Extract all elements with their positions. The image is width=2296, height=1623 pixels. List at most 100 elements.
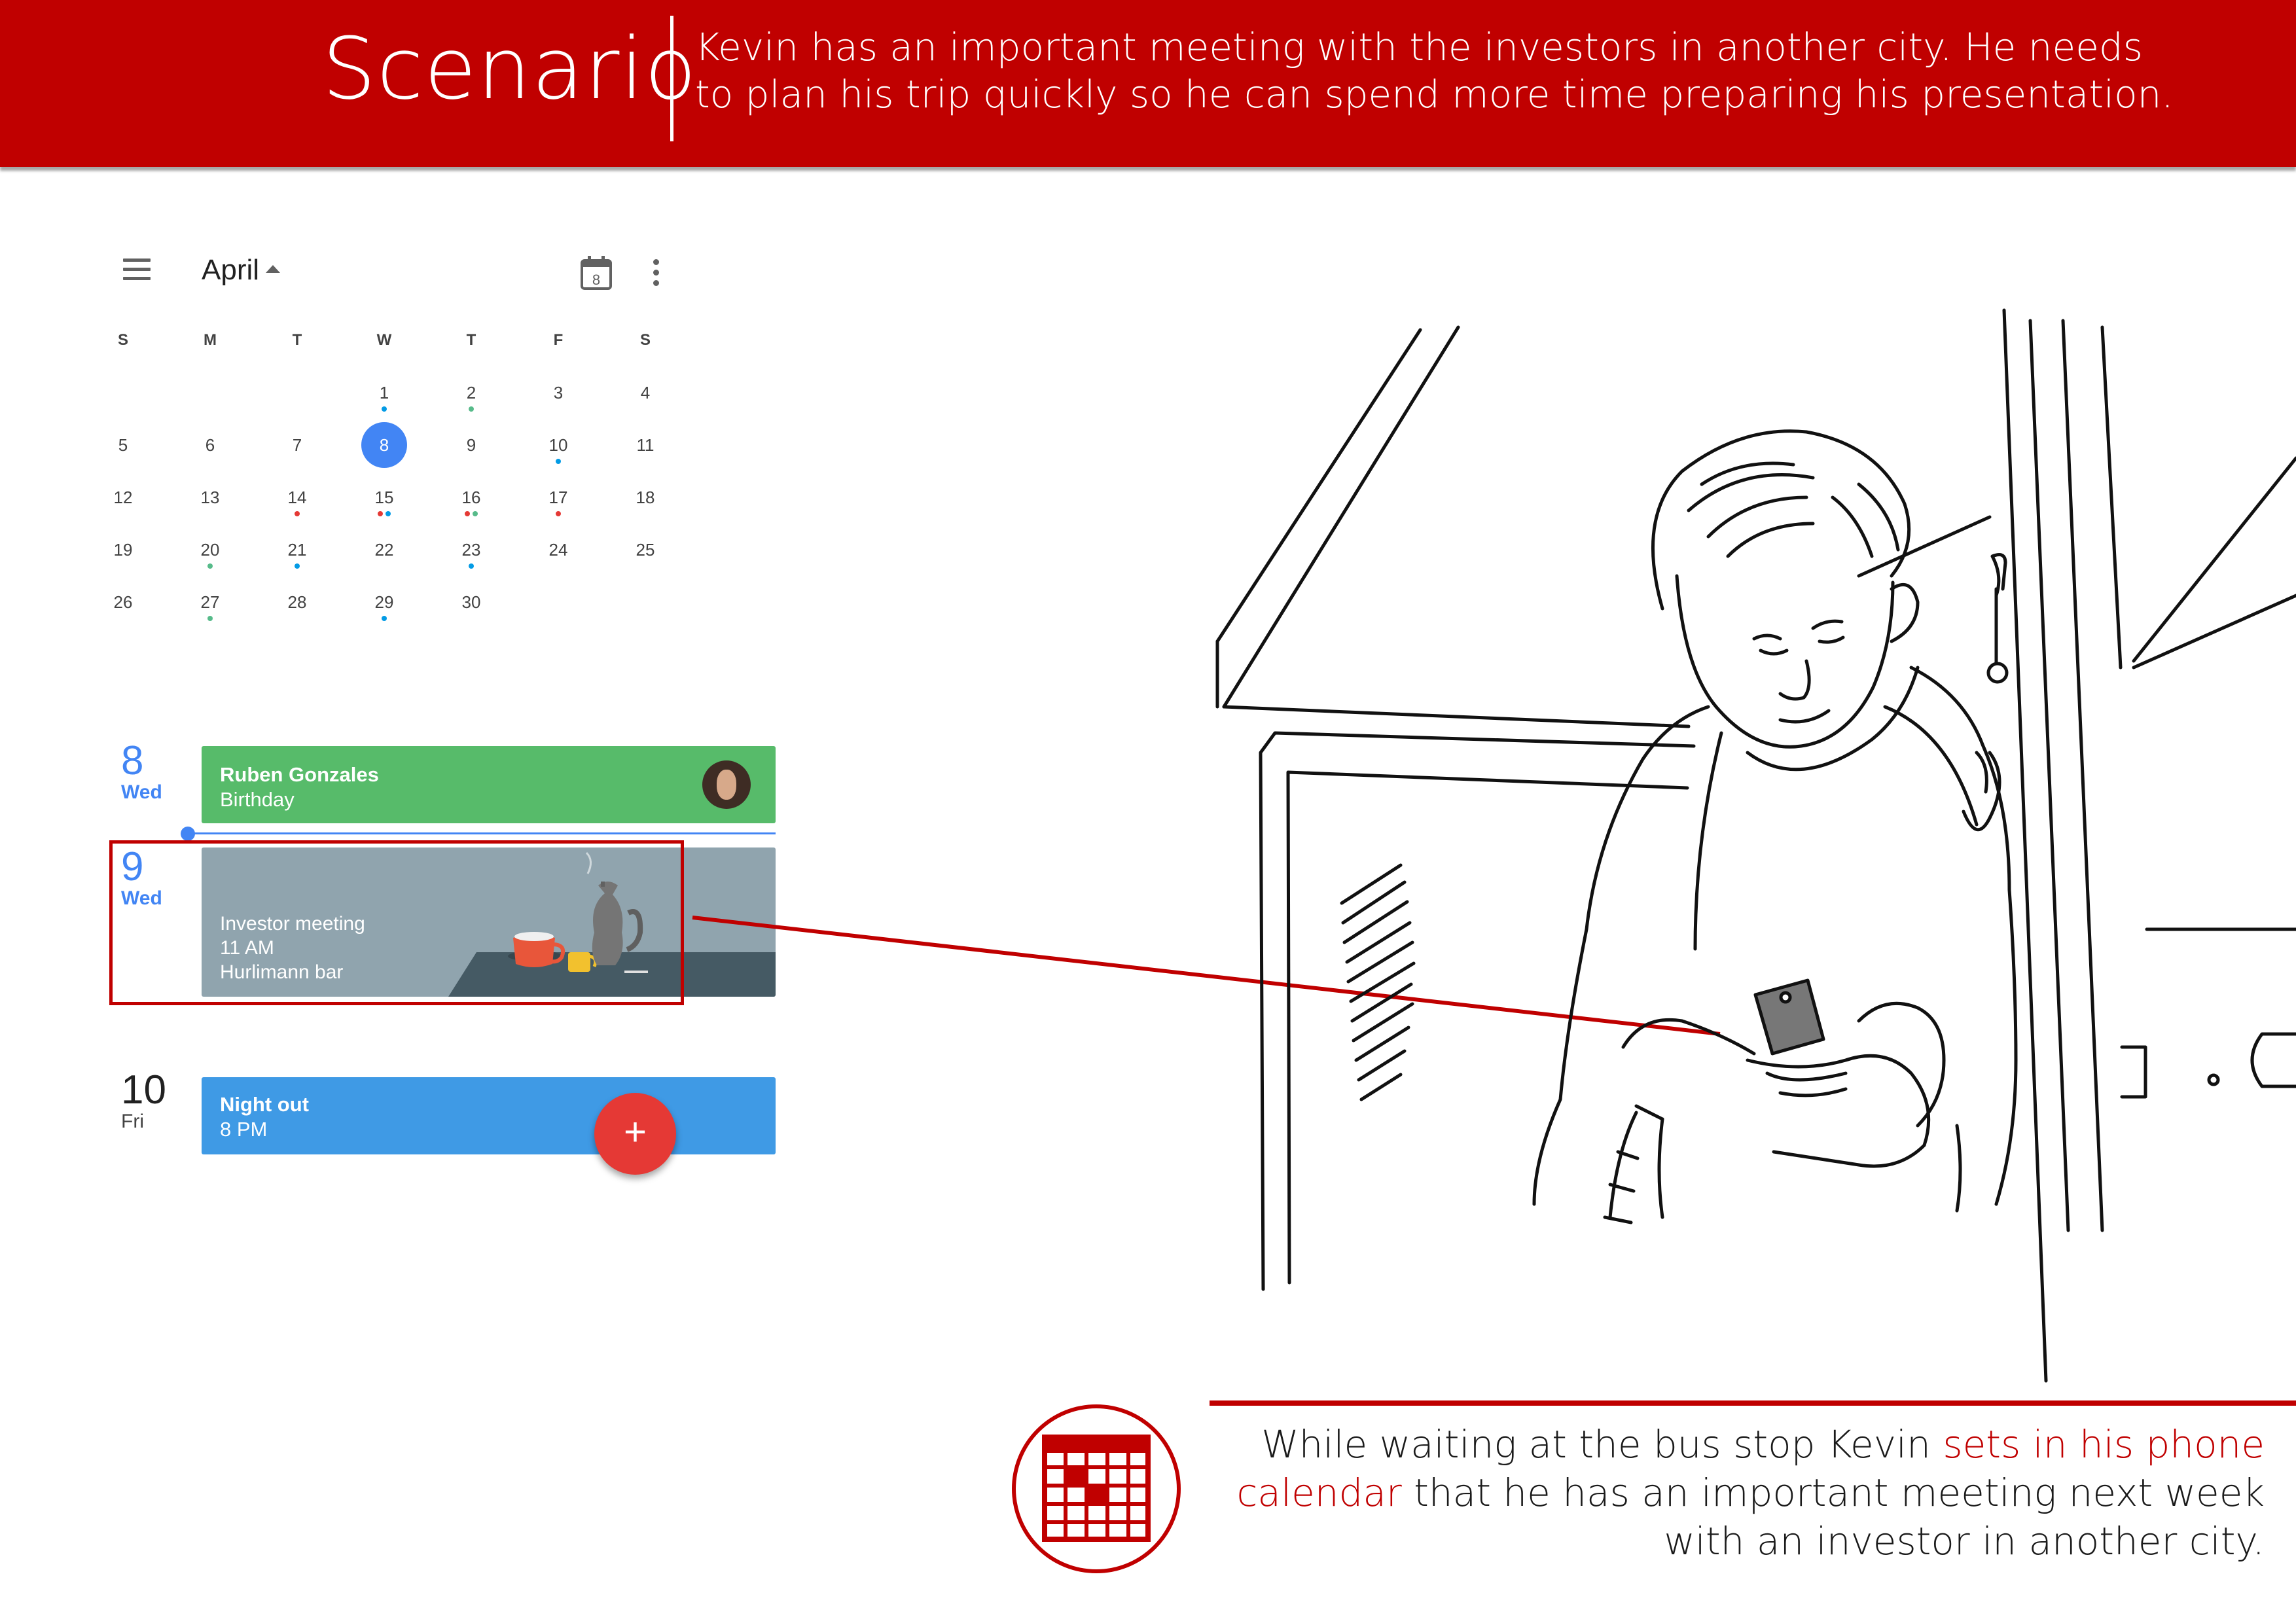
day-cell-28[interactable]: 28 [271, 589, 323, 635]
day-number: 28 [287, 592, 307, 612]
day-number: 14 [287, 488, 307, 507]
day-cell-6[interactable]: 6 [184, 432, 236, 478]
event-night-out[interactable]: Night out 8 PM [202, 1077, 776, 1154]
event-dot [378, 511, 383, 516]
day-cell-1[interactable]: 1 [358, 380, 410, 425]
day-number: 16 [461, 488, 481, 507]
day-cell-16[interactable]: 16 [445, 484, 497, 530]
day-cell-5[interactable]: 5 [97, 432, 149, 478]
day-cell-10[interactable]: 10 [532, 432, 584, 478]
day-number: 1 [379, 383, 389, 402]
event-dot [556, 459, 561, 464]
day-cell-18[interactable]: 18 [619, 484, 672, 530]
banner-text-line-1: Kevin has an important meeting with the … [695, 25, 2143, 69]
day-cell-4[interactable]: 4 [619, 380, 672, 425]
scenario-caption: While waiting at the bus stop Kevin sets… [1217, 1420, 2265, 1565]
day-cell-27[interactable]: 27 [184, 589, 236, 635]
day-cell-19[interactable]: 19 [97, 537, 149, 582]
weekday-label: T [466, 331, 476, 349]
day-cell-30[interactable]: 30 [445, 589, 497, 635]
add-event-button[interactable]: + [594, 1093, 676, 1175]
event-dots [358, 510, 410, 517]
event-dots [184, 563, 236, 569]
day-cell-22[interactable]: 22 [358, 537, 410, 582]
today-calendar-icon[interactable]: 8 [580, 255, 613, 291]
week-row: 26 27 28 29 30 [98, 589, 687, 635]
week-row: 5 6 7 8 9 10 11 [97, 422, 687, 478]
week-row: 12 13 14 15 16 17 18 [98, 484, 687, 530]
event-birthday[interactable]: Ruben Gonzales Birthday [202, 746, 776, 823]
month-selector[interactable]: April [202, 254, 281, 287]
agenda-date-10: 10 Fri [121, 1070, 180, 1133]
caption-text: While waiting at the bus stop Kevin [1261, 1422, 1943, 1467]
day-cell-11[interactable]: 11 [619, 432, 672, 478]
day-number: 7 [292, 435, 302, 455]
today-icon-label: 8 [592, 272, 600, 288]
event-dots [184, 615, 236, 622]
event-dots [445, 510, 497, 517]
day-cell-29[interactable]: 29 [358, 589, 410, 635]
day-number: 26 [113, 592, 133, 612]
day-cell-25[interactable]: 25 [619, 537, 672, 582]
day-cell-12[interactable]: 12 [97, 484, 149, 530]
day-number: 17 [548, 488, 568, 507]
day-cell-14[interactable]: 14 [271, 484, 323, 530]
weekday-header: SMTWTFS [98, 327, 687, 373]
day-cell-9[interactable]: 9 [445, 432, 497, 478]
event-dot [382, 616, 387, 621]
caption-line-3: with an investor in another city. [1664, 1519, 2265, 1563]
day-cell-23[interactable]: 23 [445, 537, 497, 582]
caption-text: that he has an important meeting next we… [1401, 1471, 2265, 1515]
day-cell-15[interactable]: 15 [358, 484, 410, 530]
day-cell-2[interactable]: 2 [445, 380, 497, 425]
day-number: 4 [640, 383, 651, 402]
caption-line-2: calendar that he has an important meetin… [1217, 1469, 2265, 1517]
event-title: Night out [220, 1093, 310, 1116]
highlight-box [109, 840, 684, 1005]
event-dot [469, 406, 474, 412]
day-number: 23 [461, 540, 481, 560]
menu-icon[interactable] [123, 259, 151, 281]
month-label: April [202, 254, 260, 286]
day-number: 11 [636, 435, 655, 455]
day-number: 24 [548, 540, 568, 560]
event-dot [473, 511, 478, 516]
day-cell-17[interactable]: 17 [532, 484, 584, 530]
day-cell-20[interactable]: 20 [184, 537, 236, 582]
day-number: 10 [548, 435, 568, 455]
banner-text-line-2: to plan his trip quickly so he can spend… [695, 72, 2174, 116]
event-time: 8 PM [220, 1118, 268, 1141]
more-vert-icon[interactable] [652, 259, 660, 288]
caption-highlight: calendar [1236, 1471, 1402, 1515]
event-dot [295, 511, 300, 516]
day-cell-24[interactable]: 24 [532, 537, 584, 582]
event-dots [271, 563, 323, 569]
day-cell-26[interactable]: 26 [97, 589, 149, 635]
event-dot [207, 616, 213, 621]
calendar-app: April 8 S M T W T F S 1 2 3 4 5 6 7 8 9 10 11 12 13 14 15 16 17… [97, 236, 776, 1185]
event-title: Ruben Gonzales [220, 763, 379, 786]
event-dots [532, 458, 584, 465]
banner-description: Kevin has an important meeting with the … [695, 24, 2253, 118]
day-cell-13[interactable]: 13 [184, 484, 236, 530]
day-cell-21[interactable]: 21 [271, 537, 323, 582]
event-dot [207, 563, 213, 569]
day-cell-8[interactable]: 8 [358, 422, 410, 478]
banner-title: Scenario [322, 19, 698, 118]
day-number: 6 [205, 435, 215, 455]
caption-highlight: sets in his phone [1943, 1422, 2265, 1467]
event-dot [386, 511, 391, 516]
day-number: 18 [636, 488, 655, 507]
event-dots [358, 406, 410, 412]
day-number: 21 [287, 540, 307, 560]
week-row: 1 2 3 4 [98, 380, 687, 425]
event-dot [465, 511, 470, 516]
day-number: 9 [466, 435, 476, 455]
weekday-label: F [553, 331, 564, 349]
day-number: 20 [200, 540, 220, 560]
event-dots [271, 510, 323, 517]
day-cell-3[interactable]: 3 [532, 380, 584, 425]
weekday-label: S [639, 331, 651, 349]
kevin-sketch-illustration [1215, 308, 2296, 1383]
day-cell-7[interactable]: 7 [271, 432, 323, 478]
